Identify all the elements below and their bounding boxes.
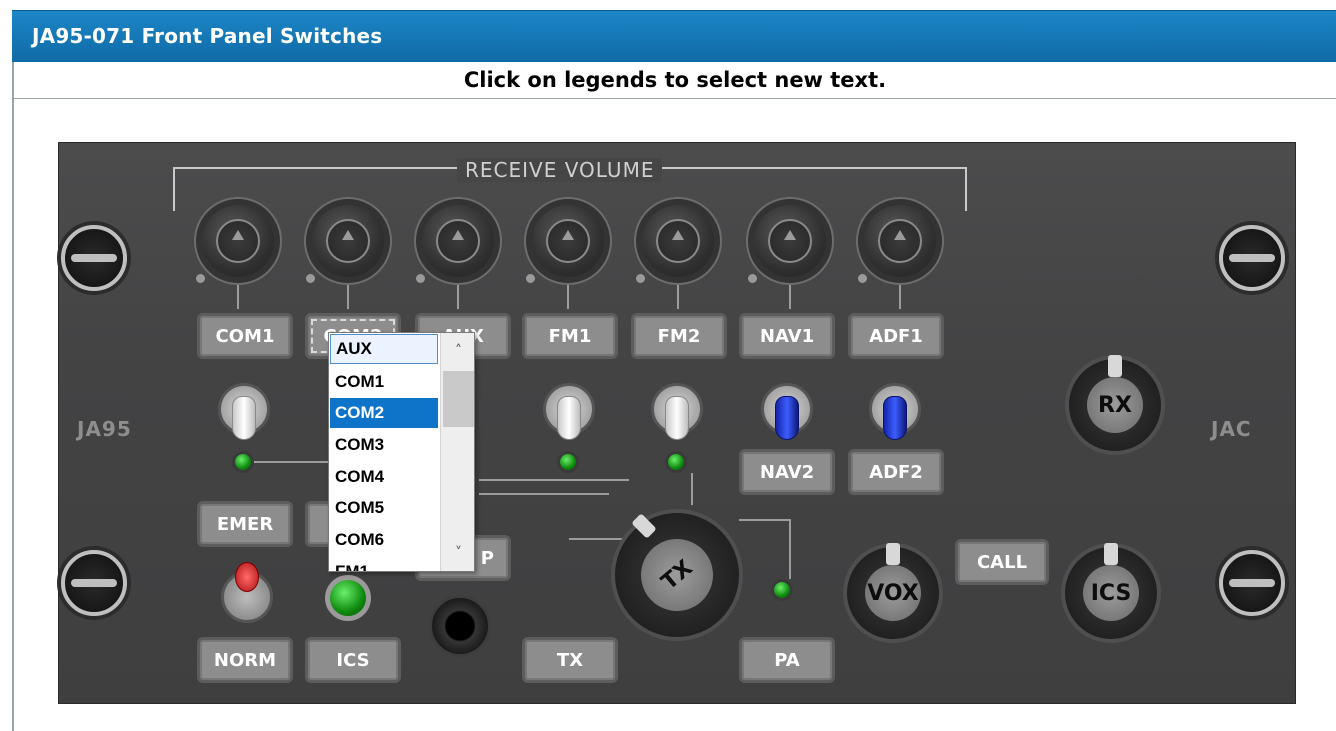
legend-com1[interactable]: COM1 (197, 313, 293, 359)
receive-volume-label: RECEIVE VOLUME (457, 158, 663, 182)
toggle-switch-nav[interactable] (761, 383, 813, 440)
left-border (12, 99, 14, 731)
dropdown-option[interactable]: COM4 (330, 462, 438, 492)
tx-knob[interactable]: TX (611, 509, 743, 641)
legend-fm1[interactable]: FM1 (522, 313, 618, 359)
scroll-up-icon[interactable]: ˄ (441, 333, 474, 369)
headphone-jack (429, 595, 491, 657)
toggle-switch-fm2[interactable] (651, 383, 703, 440)
screw-top-right (1219, 225, 1285, 291)
volume-knob-adf1[interactable] (856, 197, 944, 285)
indicator-dot (196, 274, 205, 283)
screw-top-left (61, 225, 127, 291)
indicator-dot (526, 274, 535, 283)
legend-nav2[interactable]: NAV2 (739, 449, 835, 495)
toggle-switch-com1[interactable] (218, 383, 270, 440)
dropdown-option[interactable]: AUX (330, 334, 438, 364)
legend-emer[interactable]: EMER (197, 501, 293, 547)
dropdown-option[interactable]: COM1 (330, 367, 438, 397)
led-com1 (232, 451, 254, 473)
indicator-dot (306, 274, 315, 283)
volume-knob-nav1[interactable] (746, 197, 834, 285)
instruction-bar: Click on legends to select new text. (12, 62, 1336, 99)
brand-right: JAC (1211, 417, 1252, 441)
legend-dropdown[interactable]: AUX COM1 COM2 COM3 COM4 COM5 COM6 FM1 ˄ … (328, 332, 475, 572)
scroll-down-icon[interactable]: ˅ (441, 535, 474, 571)
window-title: JA95-071 Front Panel Switches (32, 24, 383, 48)
legend-norm[interactable]: NORM (197, 637, 293, 683)
legend-adf2[interactable]: ADF2 (848, 449, 944, 495)
indicator-dot (858, 274, 867, 283)
led-fm2 (665, 451, 687, 473)
dropdown-option[interactable]: FM1 (330, 557, 438, 571)
volume-knob-aux[interactable] (414, 197, 502, 285)
indicator-dot (416, 274, 425, 283)
brand-left: JA95 (77, 417, 132, 441)
volume-knob-fm1[interactable] (524, 197, 612, 285)
led-ics (325, 575, 371, 621)
legend-pa[interactable]: PA (739, 637, 835, 683)
dropdown-option-highlighted[interactable]: COM2 (330, 398, 438, 428)
front-panel: RECEIVE VOLUME COM1 COM2 AUX FM1 FM2 NAV… (58, 142, 1296, 704)
legend-ics[interactable]: ICS (305, 637, 401, 683)
volume-knob-com1[interactable] (194, 197, 282, 285)
indicator-dot (636, 274, 645, 283)
volume-knob-fm2[interactable] (634, 197, 722, 285)
legend-adf1[interactable]: ADF1 (848, 313, 944, 359)
instruction-text: Click on legends to select new text. (463, 68, 887, 92)
dropdown-option[interactable]: COM3 (330, 430, 438, 460)
scroll-thumb[interactable] (443, 371, 474, 427)
ics-knob[interactable]: ICS (1061, 543, 1161, 643)
indicator-dot (748, 274, 757, 283)
dropdown-option[interactable]: COM6 (330, 525, 438, 555)
dropdown-option[interactable]: COM5 (330, 493, 438, 523)
toggle-switch-fm1[interactable] (543, 383, 595, 440)
volume-knob-com2[interactable] (304, 197, 392, 285)
dropdown-scrollbar[interactable]: ˄ ˅ (440, 333, 474, 571)
legend-call[interactable]: CALL (955, 539, 1049, 585)
legend-fm2[interactable]: FM2 (631, 313, 727, 359)
legend-nav1[interactable]: NAV1 (739, 313, 835, 359)
led-pa (771, 579, 793, 601)
led-fm1 (557, 451, 579, 473)
vox-knob[interactable]: VOX (843, 543, 943, 643)
rx-knob[interactable]: RX (1065, 355, 1165, 455)
screw-bottom-right (1219, 550, 1285, 616)
toggle-switch-adf[interactable] (869, 383, 921, 440)
title-bar: JA95-071 Front Panel Switches (12, 10, 1336, 62)
screw-bottom-left (61, 550, 127, 616)
legend-tx[interactable]: TX (522, 637, 618, 683)
toggle-switch-emer[interactable] (221, 562, 273, 623)
